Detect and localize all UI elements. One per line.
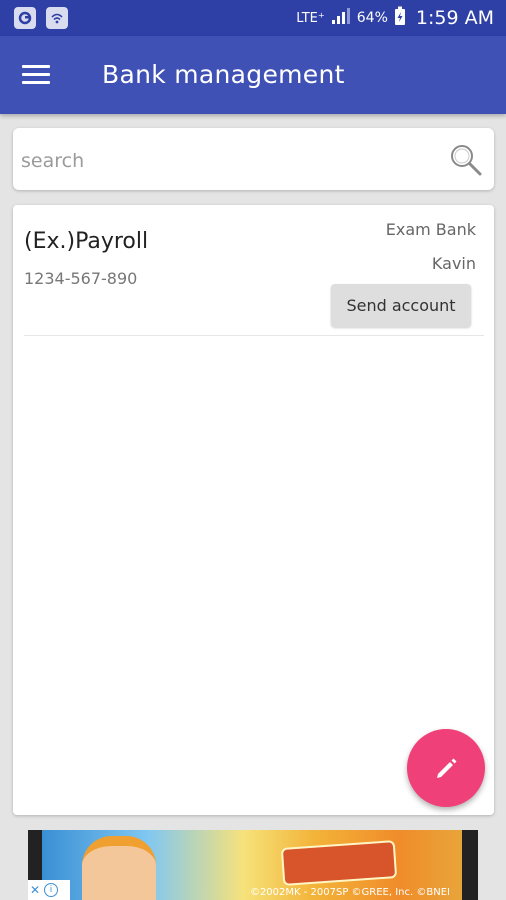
list-divider: [24, 335, 484, 336]
search-button[interactable]: [448, 142, 484, 178]
status-bar: LTE⁺ 64% 1:59 AM: [0, 0, 506, 36]
battery-charging-icon: [394, 6, 406, 31]
signal-icon: [331, 7, 351, 30]
send-account-button[interactable]: Send account: [331, 284, 471, 327]
search-icon: [451, 145, 482, 176]
account-name: (Ex.)Payroll: [24, 229, 149, 254]
network-type: LTE⁺: [296, 10, 325, 26]
clock: 1:59 AM: [415, 7, 494, 29]
search-bar: [13, 128, 494, 190]
ad-character-art: [82, 836, 156, 900]
ad-banner[interactable]: ©2002MK - 2007SP ©GREE, Inc. ©BNEI ✕ i: [28, 830, 478, 900]
ad-game-logo: [280, 840, 398, 886]
wifi-hotspot-icon: [46, 7, 68, 29]
ad-copyright: ©2002MK - 2007SP ©GREE, Inc. ©BNEI: [249, 887, 450, 898]
account-number: 1234-567-890: [24, 269, 138, 288]
ad-close-button[interactable]: ✕ i: [28, 880, 70, 900]
search-input[interactable]: [19, 142, 423, 180]
menu-icon: [22, 65, 56, 84]
info-icon[interactable]: i: [44, 883, 59, 897]
menu-button[interactable]: [22, 60, 56, 90]
ad-image: ©2002MK - 2007SP ©GREE, Inc. ©BNEI: [42, 830, 462, 900]
battery-percent: 64%: [356, 10, 388, 26]
bank-name: Exam Bank: [385, 220, 476, 239]
edit-fab-button[interactable]: [407, 729, 485, 807]
close-icon: ✕: [30, 883, 41, 897]
account-holder: Kavin: [431, 254, 476, 273]
page-title: Bank management: [102, 60, 345, 89]
account-list: (Ex.)Payroll 1234-567-890 Exam Bank Kavi…: [13, 205, 494, 815]
carrier-icon: [14, 7, 36, 29]
app-bar: Bank management: [0, 36, 506, 114]
pencil-icon: [437, 758, 457, 778]
